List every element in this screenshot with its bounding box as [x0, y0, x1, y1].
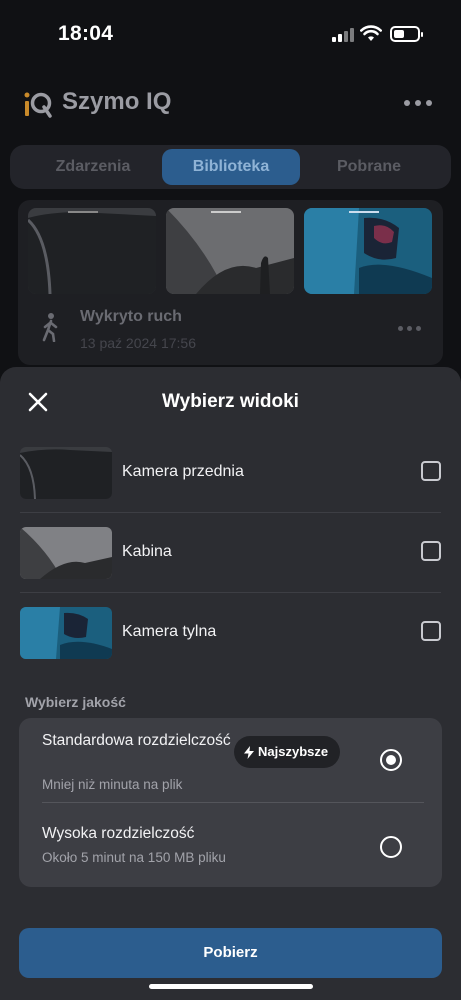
battery-icon	[390, 26, 423, 42]
cabin-checkbox[interactable]	[421, 541, 441, 561]
badge-label: Najszybsze	[258, 744, 329, 759]
tab-biblioteka[interactable]: Biblioteka	[162, 149, 300, 185]
tab-zdarzenia[interactable]: Zdarzenia	[24, 149, 162, 185]
view-label: Kabina	[122, 543, 172, 560]
view-label: Kamera tylna	[122, 623, 217, 640]
quality-option-subtitle: Mniej niż minuta na plik	[42, 777, 183, 792]
cabin-camera-thumbnail	[166, 208, 294, 294]
app-title: Szymo IQ	[62, 88, 172, 115]
download-button[interactable]: Pobierz	[19, 928, 442, 978]
quality-option-title: Standardowa rozdzielczość	[42, 732, 231, 749]
quality-options: Standardowa rozdzielczość Mniej niż minu…	[19, 718, 442, 887]
wifi-icon	[360, 25, 382, 41]
motion-walking-icon	[42, 313, 58, 342]
quality-option-subtitle: Około 5 minut na 150 MB pliku	[42, 850, 226, 865]
rear-camera-thumbnail	[20, 607, 112, 659]
event-options-icon[interactable]	[398, 326, 421, 331]
status-time: 18:04	[58, 22, 114, 45]
standard-quality-radio[interactable]	[380, 749, 402, 771]
view-label: Kamera przednia	[122, 463, 244, 480]
front-camera-thumbnail	[20, 447, 112, 499]
view-row-cabin[interactable]: Kabina	[20, 513, 441, 593]
status-bar: 18:04	[0, 0, 461, 70]
cabin-camera-thumbnail	[20, 527, 112, 579]
rear-camera-checkbox[interactable]	[421, 621, 441, 641]
quality-section-label: Wybierz jakość	[25, 694, 126, 710]
quality-option-title: Wysoka rozdzielczość	[42, 825, 195, 842]
front-camera-checkbox[interactable]	[421, 461, 441, 481]
event-timestamp: 13 paź 2024 17:56	[80, 335, 196, 351]
quality-option-standard[interactable]: Standardowa rozdzielczość Mniej niż minu…	[19, 718, 442, 802]
lightning-icon	[244, 745, 254, 759]
tab-pobrane[interactable]: Pobrane	[300, 149, 438, 185]
more-options-icon[interactable]	[404, 97, 440, 109]
sheet-title: Wybierz widoki	[162, 391, 299, 412]
tab-bar: Zdarzenia Biblioteka Pobrane	[10, 145, 451, 189]
app-logo-icon	[24, 92, 52, 118]
home-indicator[interactable]	[149, 984, 313, 989]
cellular-signal-icon	[332, 27, 356, 42]
view-row-front-camera[interactable]: Kamera przednia	[20, 433, 441, 513]
rear-camera-thumbnail	[304, 208, 432, 294]
event-card[interactable]: Wykryto ruch 13 paź 2024 17:56	[18, 200, 443, 365]
view-row-rear-camera[interactable]: Kamera tylna	[20, 593, 441, 673]
fastest-badge: Najszybsze	[234, 736, 341, 768]
quality-option-high[interactable]: Wysoka rozdzielczość Około 5 minut na 15…	[19, 803, 442, 887]
front-camera-thumbnail	[28, 208, 156, 294]
high-quality-radio[interactable]	[380, 836, 402, 858]
select-views-sheet: Wybierz widoki Kamera przednia Kabina Ka…	[0, 367, 461, 1000]
event-title: Wykryto ruch	[80, 308, 182, 325]
